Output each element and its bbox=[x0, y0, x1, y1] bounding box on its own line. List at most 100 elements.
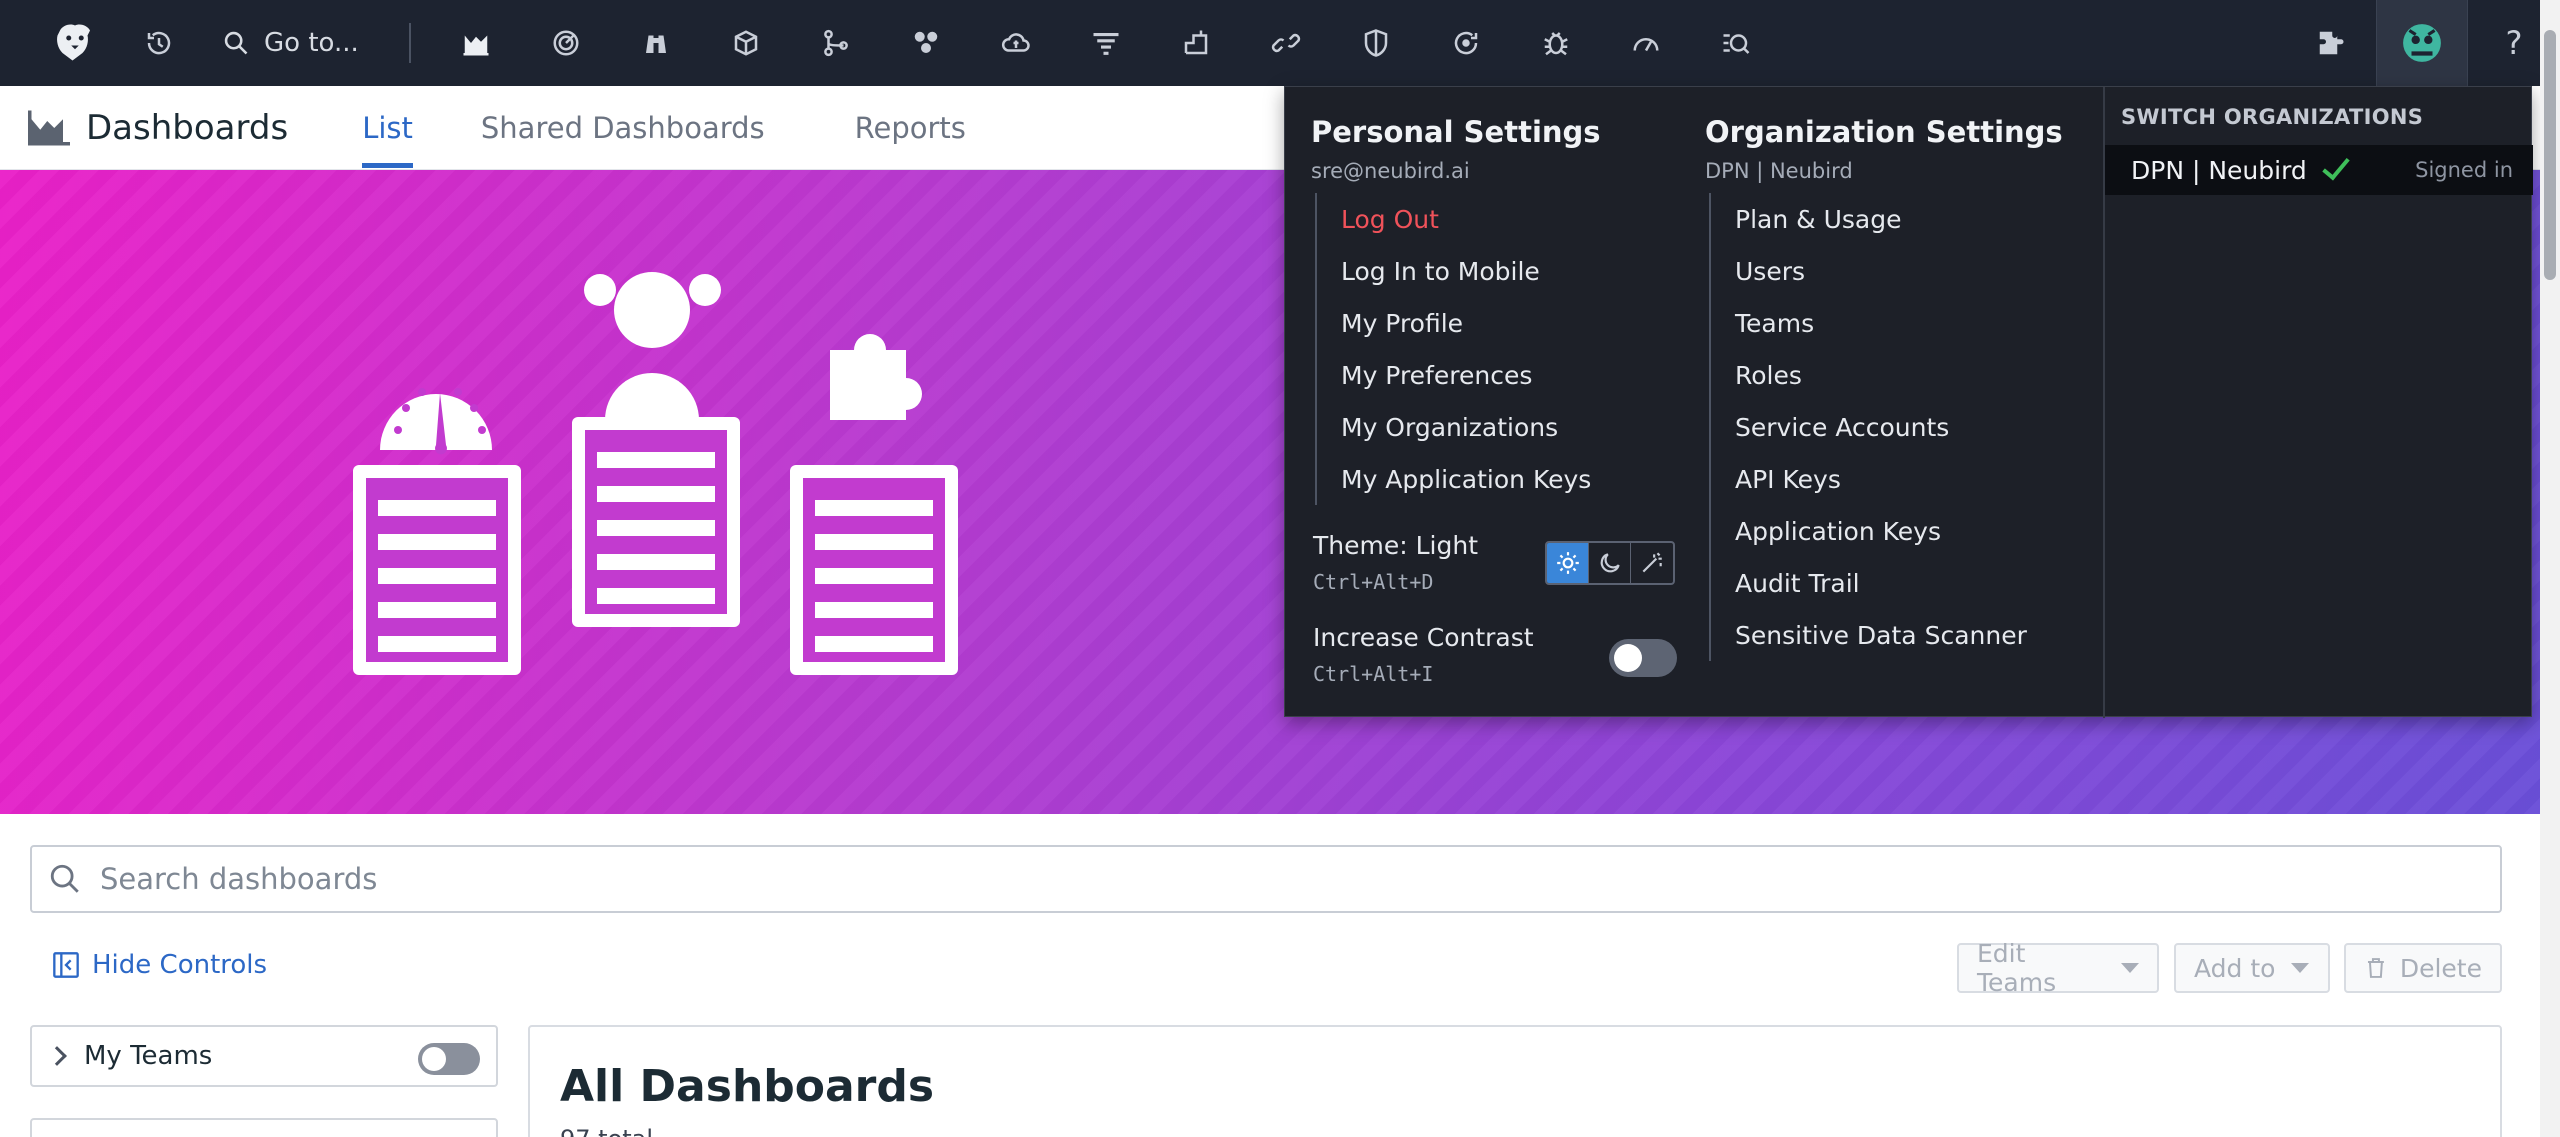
cloud-cost-icon[interactable] bbox=[971, 0, 1061, 86]
my-profile-item[interactable]: My Profile bbox=[1317, 297, 1591, 349]
goto-search[interactable]: Go to... bbox=[204, 0, 389, 86]
ci-icon[interactable] bbox=[1691, 0, 1781, 86]
theme-switcher bbox=[1545, 541, 1675, 585]
monitors-icon[interactable] bbox=[521, 0, 611, 86]
org-name: DPN | Neubird bbox=[1705, 159, 1853, 183]
extensions-icon[interactable] bbox=[2286, 0, 2376, 86]
chevron-down-icon bbox=[2121, 963, 2139, 973]
search-dashboards[interactable] bbox=[30, 845, 2502, 913]
tab-shared-label: Shared Dashboards bbox=[480, 110, 765, 145]
log-out-item[interactable]: Log Out bbox=[1317, 193, 1591, 245]
application-keys-item[interactable]: Application Keys bbox=[1711, 505, 2027, 557]
tab-reports-label: Reports bbox=[854, 110, 966, 145]
switch-organizations-panel: SWITCH ORGANIZATIONS DPN | Neubird Signe… bbox=[2103, 87, 2533, 718]
total-count: 97 total bbox=[560, 1125, 653, 1137]
security-icon[interactable] bbox=[1331, 0, 1421, 86]
edit-teams-label: Edit Teams bbox=[1977, 939, 2057, 997]
add-to-button[interactable]: Add to bbox=[2174, 943, 2330, 993]
user-settings-dropdown: Personal Settings sre@neubird.ai Log Out… bbox=[1284, 86, 2533, 718]
api-keys-item[interactable]: API Keys bbox=[1711, 453, 2027, 505]
plan-usage-item[interactable]: Plan & Usage bbox=[1711, 193, 2027, 245]
tab-list[interactable]: List bbox=[362, 86, 413, 170]
log-in-mobile-item[interactable]: Log In to Mobile bbox=[1317, 245, 1591, 297]
teams-item[interactable]: Teams bbox=[1711, 297, 2027, 349]
signed-in-status: Signed in bbox=[2415, 158, 2513, 182]
hide-controls-label: Hide Controls bbox=[92, 950, 268, 980]
search-input[interactable] bbox=[100, 862, 2400, 896]
top-navigation: Go to... ? bbox=[0, 0, 2560, 86]
switch-orgs-title: SWITCH ORGANIZATIONS bbox=[2121, 105, 2424, 129]
page-scrollbar[interactable] bbox=[2540, 0, 2560, 1137]
my-teams-label: My Teams bbox=[84, 1041, 213, 1071]
magic-wand-icon bbox=[1642, 552, 1662, 573]
dashboards-illustration bbox=[353, 272, 958, 675]
users-item[interactable]: Users bbox=[1711, 245, 2027, 297]
my-preferences-item[interactable]: My Preferences bbox=[1317, 349, 1591, 401]
moon-icon bbox=[1600, 553, 1620, 573]
dark-theme-button[interactable] bbox=[1589, 543, 1631, 583]
dashboards-icon[interactable] bbox=[431, 0, 521, 86]
organization-settings-section: Organization Settings DPN | Neubird bbox=[1705, 115, 2063, 183]
org-menu: Plan & Usage Users Teams Roles Service A… bbox=[1709, 193, 2027, 661]
audit-trail-item[interactable]: Audit Trail bbox=[1711, 557, 2027, 609]
theme-label: Theme: Light bbox=[1313, 531, 1478, 560]
scrollbar-thumb[interactable] bbox=[2544, 30, 2556, 280]
watchdog-logo-icon[interactable] bbox=[36, 0, 114, 86]
dashboards-icon bbox=[28, 110, 70, 145]
binoculars-icon[interactable] bbox=[611, 0, 701, 86]
recent-icon[interactable] bbox=[114, 0, 204, 86]
system-theme-button[interactable] bbox=[1631, 543, 1673, 583]
all-dashboards-panel: All Dashboards 97 total bbox=[528, 1025, 2502, 1137]
search-icon bbox=[224, 31, 248, 55]
service-accounts-item[interactable]: Service Accounts bbox=[1711, 401, 2027, 453]
edit-teams-button[interactable]: Edit Teams bbox=[1957, 939, 2159, 997]
my-application-keys-item[interactable]: My Application Keys bbox=[1317, 453, 1591, 505]
rum-icon[interactable] bbox=[1421, 0, 1511, 86]
infrastructure-icon[interactable] bbox=[701, 0, 791, 86]
filter-search-box[interactable] bbox=[30, 1118, 498, 1137]
my-teams-toggle[interactable] bbox=[418, 1043, 480, 1075]
org-switch-name: DPN | Neubird bbox=[2131, 155, 2307, 185]
nav-right-group: ? bbox=[2286, 0, 2560, 86]
logs-icon[interactable] bbox=[1061, 0, 1151, 86]
links-icon[interactable] bbox=[1241, 0, 1331, 86]
tab-reports[interactable]: Reports bbox=[855, 86, 966, 170]
personal-settings-section: Personal Settings sre@neubird.ai bbox=[1311, 115, 1601, 183]
nav-separator bbox=[408, 23, 411, 63]
checkmark-icon bbox=[2322, 151, 2350, 181]
performance-icon[interactable] bbox=[1601, 0, 1691, 86]
sun-icon bbox=[1556, 552, 1579, 574]
integrations-icon[interactable] bbox=[881, 0, 971, 86]
bug-icon[interactable] bbox=[1511, 0, 1601, 86]
apm-icon[interactable] bbox=[791, 0, 881, 86]
roles-item[interactable]: Roles bbox=[1711, 349, 2027, 401]
org-settings-title: Organization Settings bbox=[1705, 115, 2063, 149]
my-teams-filter[interactable]: My Teams bbox=[30, 1025, 498, 1087]
theme-setting: Theme: Light Ctrl+Alt+D bbox=[1313, 531, 1478, 594]
help-label: ? bbox=[2505, 24, 2523, 62]
sensitive-data-scanner-item[interactable]: Sensitive Data Scanner bbox=[1711, 609, 2027, 661]
org-switch-item[interactable]: DPN | Neubird Signed in bbox=[2105, 145, 2533, 195]
collapse-panel-icon bbox=[53, 952, 79, 978]
contrast-setting: Increase Contrast Ctrl+Alt+I bbox=[1313, 623, 1534, 686]
delete-button[interactable]: Delete bbox=[2344, 943, 2502, 993]
chevron-down-icon bbox=[2291, 963, 2310, 973]
metrics-icon[interactable] bbox=[1151, 0, 1241, 86]
goto-label: Go to... bbox=[264, 28, 359, 58]
avatar-icon bbox=[2403, 24, 2441, 62]
my-organizations-item[interactable]: My Organizations bbox=[1317, 401, 1591, 453]
light-theme-button[interactable] bbox=[1547, 543, 1589, 583]
theme-shortcut: Ctrl+Alt+D bbox=[1313, 570, 1434, 594]
user-email: sre@neubird.ai bbox=[1311, 159, 1470, 183]
user-menu-button[interactable] bbox=[2376, 0, 2468, 86]
contrast-shortcut: Ctrl+Alt+I bbox=[1313, 662, 1434, 686]
tab-shared-dashboards[interactable]: Shared Dashboards bbox=[481, 86, 765, 170]
search-icon bbox=[50, 864, 79, 893]
all-dashboards-title: All Dashboards bbox=[560, 1061, 935, 1112]
delete-label: Delete bbox=[2399, 953, 2482, 983]
personal-menu: Log Out Log In to Mobile My Profile My P… bbox=[1315, 193, 1591, 505]
hide-controls-button[interactable]: Hide Controls bbox=[52, 950, 267, 980]
page-title: Dashboards bbox=[28, 108, 288, 148]
contrast-toggle[interactable] bbox=[1609, 639, 1677, 677]
trash-icon bbox=[2367, 958, 2384, 978]
